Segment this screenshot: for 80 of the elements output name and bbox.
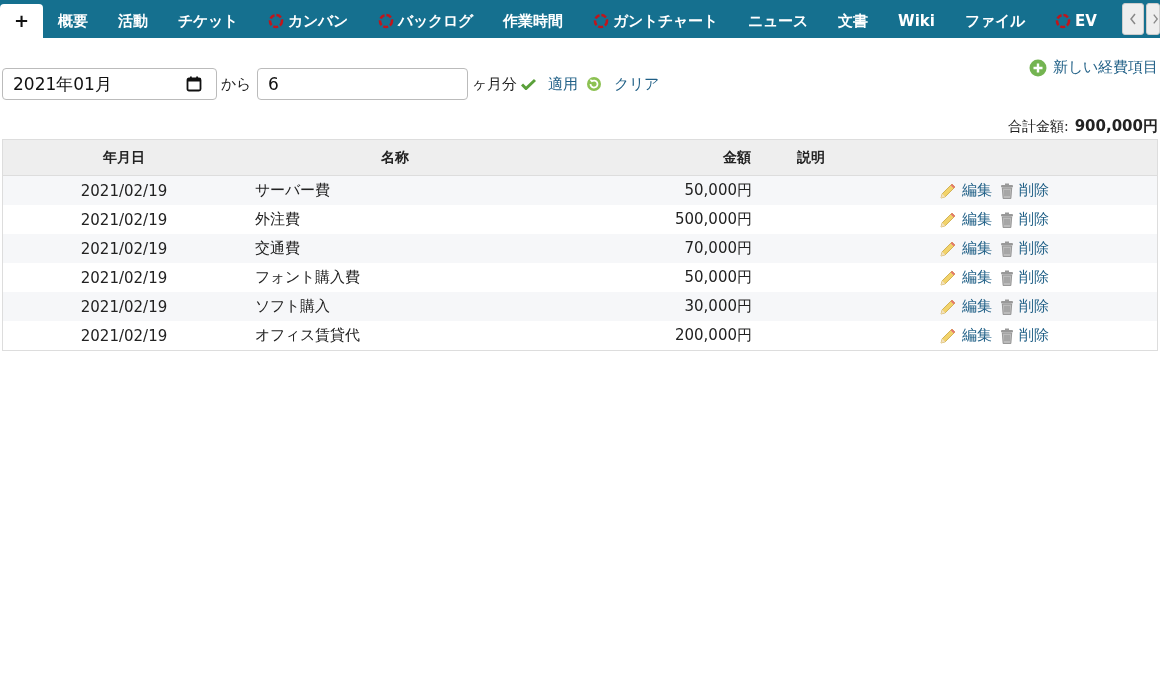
edit-link[interactable]: 編集 (962, 181, 992, 199)
tab[interactable]: 活動 (103, 4, 164, 38)
table-cell: フォント購入費 (245, 263, 545, 292)
table-cell: 70,000円 (545, 234, 752, 263)
trash-icon (1000, 298, 1014, 315)
tab[interactable]: チケット (163, 4, 254, 38)
pencil-icon (939, 326, 957, 345)
column-header: 説明 (752, 139, 869, 176)
tab[interactable]: 作業時間 (488, 4, 579, 38)
ring-icon (1054, 13, 1071, 29)
apply-link[interactable]: 適用 (548, 74, 578, 94)
scroll-right-button[interactable] (1146, 3, 1160, 35)
tab[interactable]: 概要 (43, 4, 104, 38)
table-cell: 2021/02/19 (2, 205, 245, 234)
tab[interactable]: ニュース (733, 4, 824, 38)
tab[interactable]: EV (1039, 4, 1112, 38)
pencil-icon (939, 181, 957, 200)
trash-icon (1000, 240, 1014, 257)
add-icon (1029, 58, 1047, 77)
clear-link[interactable]: クリア (614, 74, 659, 94)
tab[interactable]: ファイル (949, 4, 1040, 38)
delete-link[interactable]: 削除 (1019, 297, 1049, 315)
pencil-icon (939, 268, 957, 287)
months-label: ヶ月分 (472, 74, 517, 94)
table-cell: ソフト購入 (245, 292, 545, 321)
checkmark-icon (521, 78, 536, 90)
delete-link[interactable]: 削除 (1019, 181, 1049, 199)
column-header: 名称 (245, 139, 545, 176)
table-cell: 2021/02/19 (2, 175, 245, 205)
total-amount: 900,000円 (1074, 117, 1158, 135)
table-cell: 200,000円 (545, 321, 752, 351)
trash-icon (1000, 182, 1014, 199)
edit-link[interactable]: 編集 (962, 268, 992, 286)
table-cell: 交通費 (245, 234, 545, 263)
table-cell: オフィス賃貸代 (245, 321, 545, 351)
chevron-left-icon (1129, 13, 1137, 25)
trash-icon (1000, 211, 1014, 228)
calendar-icon[interactable] (186, 76, 202, 92)
column-header: 金額 (545, 139, 752, 176)
new-expense-link[interactable]: 新しい経費項目 (1029, 58, 1158, 77)
from-label: から (221, 74, 251, 94)
months-field[interactable]: 6 (257, 68, 468, 100)
delete-link[interactable]: 削除 (1019, 239, 1049, 257)
table-cell: 2021/02/19 (2, 263, 245, 292)
delete-link[interactable]: 削除 (1019, 326, 1049, 344)
ring-icon (268, 13, 285, 29)
trash-icon (1000, 269, 1014, 286)
edit-link[interactable]: 編集 (962, 210, 992, 228)
table-cell: 2021/02/19 (2, 321, 245, 351)
edit-link[interactable]: 編集 (962, 326, 992, 344)
tab[interactable]: バックログ (363, 4, 489, 38)
pencil-icon (939, 239, 957, 258)
ring-icon (378, 13, 395, 29)
refresh-icon (586, 76, 602, 92)
chevron-right-icon (1152, 13, 1159, 25)
pencil-icon (939, 210, 957, 229)
table-cell: 50,000円 (545, 175, 752, 205)
tab[interactable]: 文書 (823, 4, 884, 38)
delete-link[interactable]: 削除 (1019, 210, 1049, 228)
edit-link[interactable]: 編集 (962, 239, 992, 257)
table-cell: 50,000円 (545, 263, 752, 292)
table-cell: 30,000円 (545, 292, 752, 321)
pencil-icon (939, 297, 957, 316)
scroll-left-button[interactable] (1122, 3, 1144, 35)
column-header: 年月日 (2, 139, 245, 176)
edit-link[interactable]: 編集 (962, 297, 992, 315)
delete-link[interactable]: 削除 (1019, 268, 1049, 286)
tab[interactable]: ガントチャート (578, 4, 734, 38)
table-cell: 500,000円 (545, 205, 752, 234)
trash-icon (1000, 327, 1014, 344)
total-label: 合計金額: (1007, 118, 1069, 134)
tab[interactable]: + (0, 4, 44, 38)
tab[interactable]: カンバン (253, 4, 364, 38)
table-cell: 2021/02/19 (2, 292, 245, 321)
table-cell: 2021/02/19 (2, 234, 245, 263)
table-cell: サーバー費 (245, 175, 545, 205)
tab[interactable]: Wiki (883, 4, 950, 38)
ring-icon (593, 13, 610, 29)
month-field[interactable]: 2021年01月 (2, 68, 217, 100)
table-cell: 外注費 (245, 205, 545, 234)
